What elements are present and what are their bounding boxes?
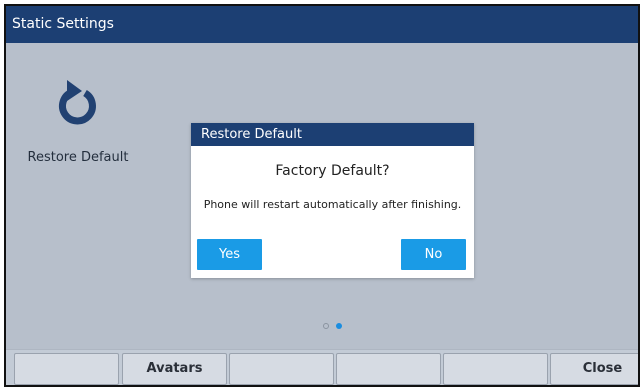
yes-button[interactable]: Yes — [197, 239, 262, 270]
dialog-title: Factory Default? — [275, 163, 390, 179]
softkey-avatars[interactable]: Avatars — [122, 353, 227, 385]
softkey-3[interactable] — [229, 353, 334, 385]
softkey-1[interactable] — [14, 353, 119, 385]
softkey-bar: Avatars Close — [6, 349, 638, 385]
dialog-message: Phone will restart automatically after f… — [203, 198, 462, 211]
phone-screen: Static Settings Restore Default Restore … — [4, 4, 640, 387]
dialog-header: Restore Default — [191, 123, 474, 146]
title-bar: Static Settings — [6, 6, 638, 43]
no-button[interactable]: No — [401, 239, 466, 270]
confirm-dialog: Restore Default Factory Default? Phone w… — [191, 123, 474, 278]
softkey-4[interactable] — [336, 353, 441, 385]
page-dot-2-active[interactable] — [336, 323, 342, 329]
page-indicator — [319, 323, 349, 331]
softkey-close[interactable]: Close — [550, 353, 638, 385]
page-dot-1[interactable] — [323, 323, 329, 329]
softkey-5[interactable] — [443, 353, 548, 385]
window-title: Static Settings — [12, 16, 114, 32]
